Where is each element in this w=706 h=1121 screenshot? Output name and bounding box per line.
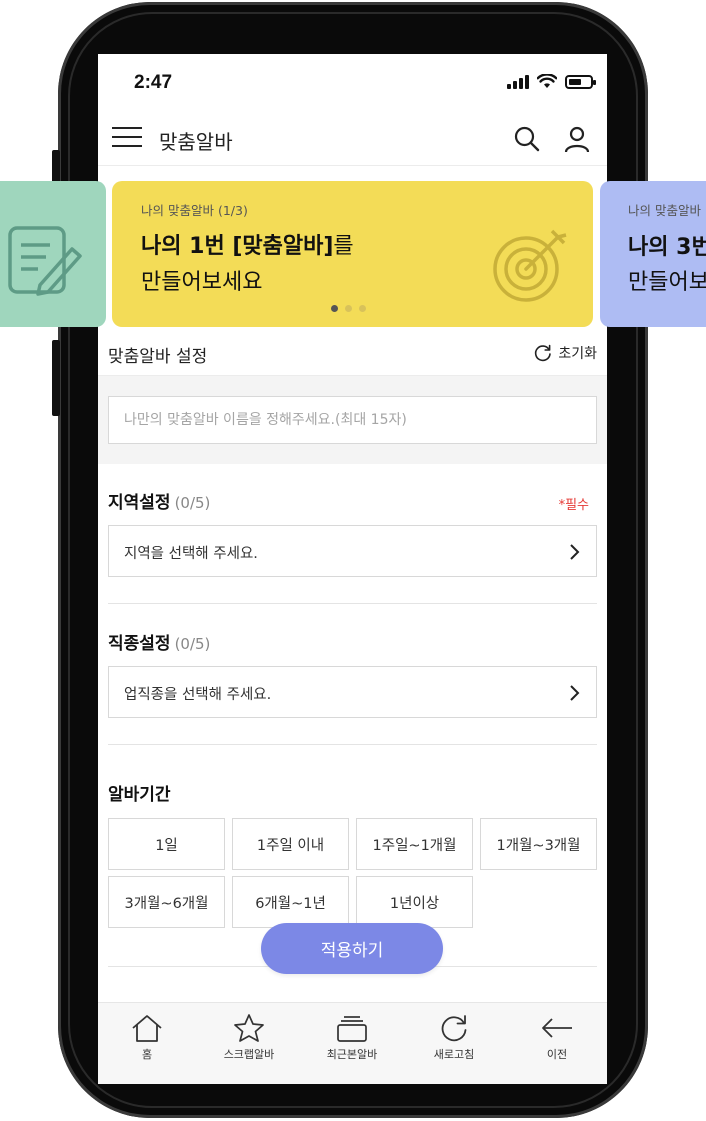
nav-refresh-label: 새로고침: [433, 1048, 475, 1061]
region-selector[interactable]: 지역을 선택해 주세요.: [108, 525, 597, 577]
period-option-within-1week[interactable]: 1주일 이내: [232, 818, 349, 870]
phone-side-button-upper: [52, 150, 60, 184]
period-option-over-1year[interactable]: 1년이상: [356, 876, 473, 928]
refresh-icon: [535, 344, 552, 362]
required-badge: *필수: [558, 498, 589, 513]
banner-title-suffix: 를: [333, 234, 354, 259]
reset-button[interactable]: 초기화: [533, 343, 597, 363]
search-icon[interactable]: [512, 124, 542, 154]
region-title: 지역설정 (0/5): [108, 488, 210, 513]
signal-icon: [507, 75, 529, 89]
star-icon: [234, 1014, 264, 1042]
region-count: (0/5): [174, 494, 211, 512]
job-count: (0/5): [174, 635, 211, 653]
period-option-6months-1year[interactable]: 6개월~1년: [232, 876, 349, 928]
refresh-icon: [441, 1015, 467, 1042]
stack-icon: [337, 1016, 367, 1042]
carousel-dot[interactable]: [331, 305, 338, 312]
chevron-right-icon: [570, 544, 580, 560]
phone-side-button-volume-down: [52, 340, 60, 416]
period-option-1month-3months[interactable]: 1개월~3개월: [480, 818, 597, 870]
nav-back[interactable]: 이전: [517, 1013, 597, 1073]
period-option-1day[interactable]: 1일: [108, 818, 225, 870]
nav-home-label: 홈: [141, 1048, 153, 1061]
nav-recent[interactable]: 최근본알바: [312, 1013, 392, 1073]
banner-next-title: 나의 3번: [628, 235, 706, 260]
nav-refresh[interactable]: 새로고침: [414, 1013, 494, 1073]
bottom-nav: 홈 스크랩알바 최근본알바 새로고침 이전: [98, 1002, 607, 1084]
region-selector-label: 지역을 선택해 주세요.: [124, 546, 258, 562]
region-title-label: 지역설정: [108, 493, 171, 513]
period-title-label: 알바기간: [108, 785, 171, 805]
banner-title-bold: 나의 1번 [맞춤알바]: [141, 234, 334, 259]
banner-previous[interactable]: [0, 181, 106, 327]
custom-name-input[interactable]: [108, 396, 597, 444]
divider: [108, 603, 597, 604]
nav-home[interactable]: 홈: [107, 1013, 187, 1073]
target-icon: [493, 229, 567, 302]
chevron-right-icon: [570, 685, 580, 701]
nav-back-label: 이전: [546, 1048, 568, 1061]
nav-scrap[interactable]: 스크랩알바: [209, 1013, 289, 1073]
status-time: 2:47: [134, 72, 173, 93]
wifi-icon: [537, 74, 557, 88]
page-title: 맞춤알바: [159, 130, 233, 154]
carousel-dot[interactable]: [345, 305, 352, 312]
status-icons: [507, 74, 596, 89]
back-arrow-icon: [542, 1018, 572, 1038]
job-title: 직종설정 (0/5): [108, 629, 210, 654]
battery-icon: [565, 75, 596, 89]
job-selector[interactable]: 업직종을 선택해 주세요.: [108, 666, 597, 718]
name-input-area: [98, 376, 607, 464]
menu-icon[interactable]: [112, 127, 142, 151]
settings-title: 맞춤알바 설정: [108, 347, 208, 367]
banner-title-line1: 나의 1번 [맞춤알바]를: [141, 228, 354, 260]
banner-subtitle: 나의 맞춤알바 (1/3): [141, 203, 248, 218]
apply-button[interactable]: 적용하기: [261, 923, 443, 974]
banner-next-subtitle: 나의 맞춤알바: [628, 203, 701, 218]
user-icon[interactable]: [562, 124, 592, 154]
banner-title-line2: 만들어보세요: [141, 270, 263, 295]
period-title: 알바기간: [108, 780, 171, 805]
nav-scrap-label: 스크랩알바: [223, 1048, 275, 1061]
app-header: 맞춤알바: [98, 114, 607, 166]
carousel-dot[interactable]: [359, 305, 366, 312]
carousel-pagination[interactable]: [331, 305, 366, 312]
period-option-3months-6months[interactable]: 3개월~6개월: [108, 876, 225, 928]
period-option-1week-1month[interactable]: 1주일~1개월: [356, 818, 473, 870]
home-icon: [132, 1015, 162, 1042]
divider: [108, 744, 597, 745]
reset-label: 초기화: [558, 346, 597, 362]
banner-next-title-line2: 만들어보: [628, 270, 706, 295]
document-edit-icon: [8, 226, 82, 296]
banner-next[interactable]: 나의 맞춤알바 나의 3번 만들어보: [600, 181, 706, 327]
job-selector-label: 업직종을 선택해 주세요.: [124, 687, 272, 703]
settings-header: 맞춤알바 설정 초기화: [98, 330, 607, 376]
status-bar: 2:47: [98, 54, 607, 114]
banner-current[interactable]: 나의 맞춤알바 (1/3) 나의 1번 [맞춤알바]를 만들어보세요: [112, 181, 593, 327]
job-title-label: 직종설정: [108, 634, 171, 654]
nav-recent-label: 최근본알바: [326, 1048, 378, 1061]
